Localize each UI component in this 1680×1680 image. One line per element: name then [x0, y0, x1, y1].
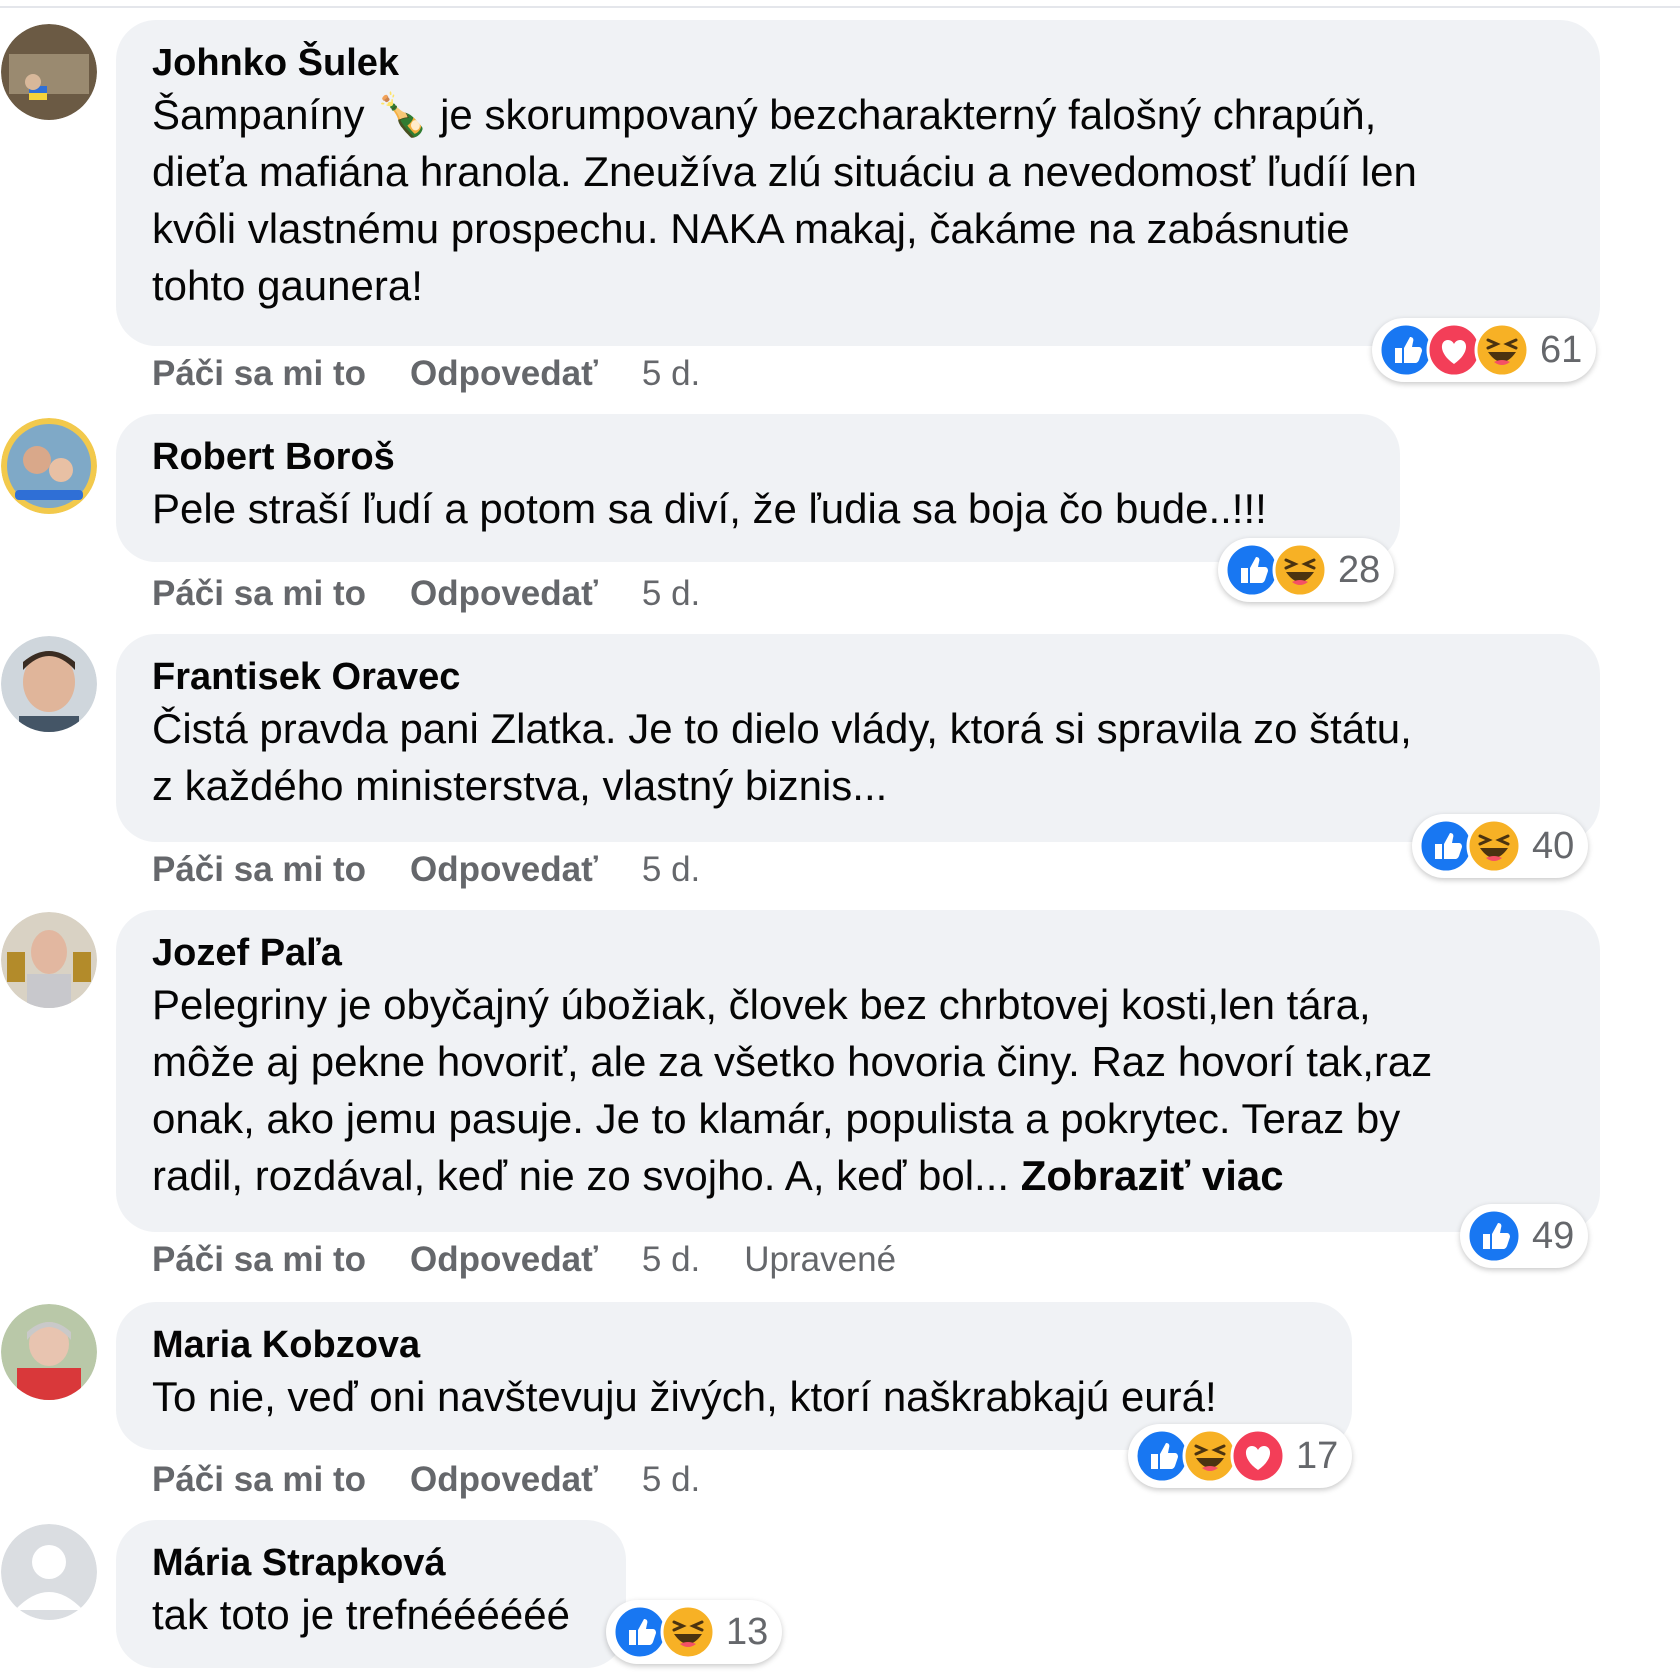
avatar[interactable] — [1, 24, 97, 120]
reactions-summary[interactable]: 40 — [1412, 814, 1589, 878]
reply-button[interactable]: Odpovedať — [410, 1460, 598, 1499]
haha-icon — [1272, 542, 1328, 598]
reply-button[interactable]: Odpovedať — [410, 574, 598, 613]
comment-bubble: Johnko Šulek Šampaníny 🍾 je skorumpovaný… — [116, 20, 1600, 346]
comment-text-line: Šampaníny 🍾 je skorumpovaný bezcharakter… — [152, 91, 1377, 138]
avatar[interactable] — [1, 1524, 97, 1620]
top-divider — [0, 6, 1680, 8]
reactions-summary[interactable]: 61 — [1372, 318, 1597, 382]
haha-icon — [1466, 818, 1522, 874]
comment-text-line: onak, ako jemu pasuje. Je to klamár, pop… — [152, 1095, 1401, 1142]
like-button[interactable]: Páči sa mi to — [152, 354, 366, 393]
comment-author[interactable]: Mária Strapková — [152, 1540, 590, 1586]
comment-bubble: Frantisek Oravec Čistá pravda pani Zlatk… — [116, 634, 1600, 842]
comment-text-line: radil, rozdával, keď nie zo svojho. A, k… — [152, 1152, 1010, 1199]
comment-timestamp[interactable]: 5 d. — [642, 1240, 700, 1279]
comment-actions: Páči sa mi to Odpovedať 5 d. — [152, 1460, 744, 1500]
comment-text-line: tak toto je trefnéééééé — [152, 1591, 570, 1638]
comment-text-line: kvôli vlastnému prospechu. NAKA makaj, č… — [152, 205, 1350, 252]
comment-text-line: môže aj pekne hovoriť, ale za všetko hov… — [152, 1038, 1433, 1085]
like-button[interactable]: Páči sa mi to — [152, 574, 366, 613]
comment-bubble: Mária Strapková tak toto je trefnéééééé — [116, 1520, 626, 1668]
reply-button[interactable]: Odpovedať — [410, 850, 598, 889]
reaction-count: 49 — [1532, 1214, 1575, 1257]
love-icon — [1230, 1428, 1286, 1484]
avatar[interactable] — [1, 912, 97, 1008]
comment-actions: Páči sa mi to Odpovedať 5 d. — [152, 574, 744, 614]
reaction-count: 13 — [726, 1610, 769, 1653]
comment-timestamp[interactable]: 5 d. — [642, 354, 700, 393]
reaction-count: 17 — [1296, 1434, 1339, 1477]
like-button[interactable]: Páči sa mi to — [152, 1240, 366, 1279]
comment-text-line: Čistá pravda pani Zlatka. Je to dielo vl… — [152, 705, 1412, 752]
comment-text: To nie, veď oni navštevuju živých, ktorí… — [152, 1368, 1316, 1425]
like-button[interactable]: Páči sa mi to — [152, 850, 366, 889]
avatar[interactable] — [1, 1304, 97, 1400]
haha-icon — [660, 1604, 716, 1660]
see-more-link[interactable]: Zobraziť viac — [1021, 1152, 1284, 1199]
comment-author[interactable]: Frantisek Oravec — [152, 654, 1564, 700]
comment-author[interactable]: Jozef Paľa — [152, 930, 1564, 976]
comment-actions: Páči sa mi to Odpovedať 5 d. — [152, 850, 744, 890]
comment-actions: Páči sa mi to Odpovedať 5 d. Upravené — [152, 1240, 940, 1280]
comment-bubble: Jozef Paľa Pelegriny je obyčajný úbožiak… — [116, 910, 1600, 1232]
like-button[interactable]: Páči sa mi to — [152, 1460, 366, 1499]
reactions-summary[interactable]: 28 — [1218, 538, 1395, 602]
comment-text: Pelegriny je obyčajný úbožiak, človek be… — [152, 976, 1564, 1204]
comment-bubble: Robert Boroš Pele straší ľudí a potom sa… — [116, 414, 1400, 562]
comment-timestamp[interactable]: 5 d. — [642, 574, 700, 613]
comment-text-line: z každého ministerstva, vlastný biznis..… — [152, 762, 888, 809]
comment-author[interactable]: Robert Boroš — [152, 434, 1364, 480]
comment-text-line: tohto gaunera! — [152, 262, 423, 309]
comment-text: Pele straší ľudí a potom sa diví, že ľud… — [152, 480, 1364, 537]
avatar[interactable] — [1, 636, 97, 732]
reply-button[interactable]: Odpovedať — [410, 1240, 598, 1279]
comment-text: Čistá pravda pani Zlatka. Je to dielo vl… — [152, 700, 1564, 814]
haha-icon — [1474, 322, 1530, 378]
edited-label[interactable]: Upravené — [744, 1240, 896, 1279]
comment-text-line: To nie, veď oni navštevuju živých, ktorí… — [152, 1373, 1217, 1420]
reaction-count: 61 — [1540, 328, 1583, 371]
comment-text-line: Pelegriny je obyčajný úbožiak, človek be… — [152, 981, 1371, 1028]
comment-text-line: dieťa mafiána hranola. Zneužíva zlú situ… — [152, 148, 1417, 195]
comment-actions: Páči sa mi to Odpovedať 5 d. — [152, 354, 744, 394]
reply-button[interactable]: Odpovedať — [410, 354, 598, 393]
comment-timestamp[interactable]: 5 d. — [642, 850, 700, 889]
comment-text: Šampaníny 🍾 je skorumpovaný bezcharakter… — [152, 86, 1564, 314]
comment-text-line: Pele straší ľudí a potom sa diví, že ľud… — [152, 485, 1267, 532]
reactions-summary[interactable]: 13 — [606, 1600, 783, 1664]
comment-text: tak toto je trefnéééééé — [152, 1586, 590, 1643]
reactions-summary[interactable]: 49 — [1460, 1204, 1589, 1268]
reactions-summary[interactable]: 17 — [1128, 1424, 1353, 1488]
comment-author[interactable]: Maria Kobzova — [152, 1322, 1316, 1368]
reaction-count: 28 — [1338, 548, 1381, 591]
comment-text-line: radil, rozdával, keď nie zo svojho. A, k… — [152, 1147, 1564, 1204]
comment-author[interactable]: Johnko Šulek — [152, 40, 1564, 86]
comment-timestamp[interactable]: 5 d. — [642, 1460, 700, 1499]
like-icon — [1466, 1208, 1522, 1264]
reaction-count: 40 — [1532, 824, 1575, 867]
avatar[interactable] — [1, 418, 97, 514]
